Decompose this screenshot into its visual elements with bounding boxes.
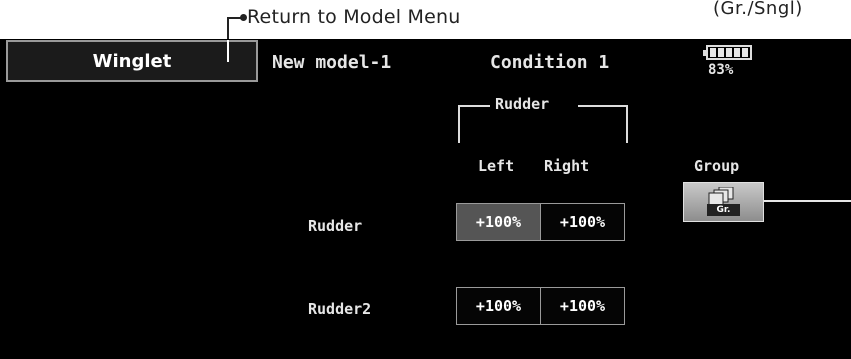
col-right-header: Right (544, 157, 590, 175)
rudder2-left-value[interactable]: +100% (456, 287, 541, 325)
row-label-rudder: Rudder (308, 217, 363, 235)
annotation-leader-line (227, 17, 229, 39)
group-toggle-button[interactable]: Gr. (683, 182, 764, 222)
rudder2-right-value[interactable]: +100% (540, 287, 625, 325)
menu-title-label: Winglet (92, 50, 172, 72)
annotation-leader-line-h (227, 17, 241, 19)
group-callout-line (764, 200, 851, 202)
rudder-bracket-right (626, 105, 628, 143)
model-name: New model-1 (272, 52, 392, 73)
return-annotation: Return to Model Menu (247, 6, 461, 28)
battery-percent: 83% (708, 62, 734, 78)
rudder-group-label: Rudder (495, 95, 550, 113)
annotation-bullet (240, 14, 247, 21)
menu-title-button[interactable]: Winglet (6, 40, 258, 82)
rudder-left-value[interactable]: +100% (456, 203, 541, 241)
rudder-bracket-left (458, 105, 460, 143)
rudder-bracket (458, 105, 490, 107)
annotation-leader-line-inner (227, 40, 229, 62)
group-icon (708, 187, 734, 205)
rudder-bracket-right-top (578, 105, 628, 107)
group-button-text: Gr. (707, 204, 740, 216)
col-left-header: Left (478, 157, 515, 175)
group-label: Group (694, 157, 740, 175)
condition-name: Condition 1 (490, 52, 610, 73)
group-mode-annotation: (Gr./Sngl) (713, 0, 803, 19)
row-label-rudder2: Rudder2 (308, 300, 372, 318)
battery-icon (703, 45, 752, 60)
rudder-right-value[interactable]: +100% (540, 203, 625, 241)
